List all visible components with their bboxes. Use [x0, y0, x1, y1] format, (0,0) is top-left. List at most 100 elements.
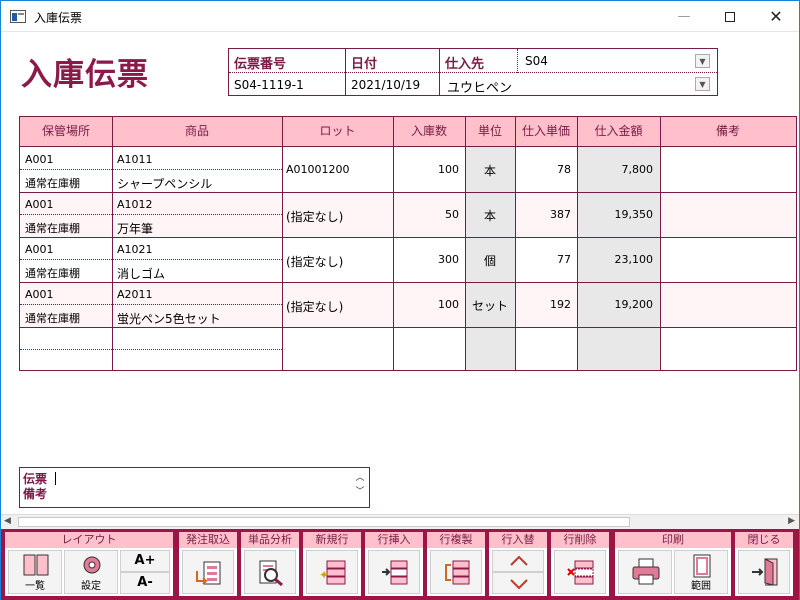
- close-button[interactable]: [738, 550, 790, 594]
- lot[interactable]: (指定なし): [286, 298, 343, 315]
- item-name[interactable]: 蛍光ペン5色セット: [117, 310, 221, 327]
- move-row-up-button[interactable]: [492, 550, 544, 572]
- item-analysis-group: 単品分析: [241, 532, 299, 596]
- scroll-right-icon[interactable]: ▶: [788, 516, 795, 526]
- col-header-lot: ロット: [319, 124, 356, 138]
- lot[interactable]: (指定なし): [286, 208, 343, 225]
- order-import-group: 発注取込: [179, 532, 237, 596]
- location-code[interactable]: A001: [25, 288, 54, 301]
- chevron-down-icon[interactable]: ﹀: [354, 485, 366, 499]
- memo-scrollbar[interactable]: ︿ ﹀: [354, 471, 366, 504]
- item-name[interactable]: 万年筆: [117, 220, 153, 237]
- supplier-name-dropdown[interactable]: ▼: [695, 77, 710, 91]
- order-import-button[interactable]: [182, 550, 234, 594]
- empty-table-row[interactable]: [20, 327, 796, 370]
- font-decrease-button[interactable]: A-: [120, 572, 170, 594]
- date-field[interactable]: 2021/10/19: [351, 78, 420, 92]
- page-title: 入庫伝票: [21, 57, 149, 93]
- item-code[interactable]: A2011: [117, 288, 153, 301]
- qty[interactable]: 50: [393, 208, 459, 221]
- print-group: 印刷 範囲: [615, 532, 731, 596]
- amount: 23,100: [614, 253, 654, 266]
- app-icon: [10, 10, 26, 23]
- svg-text:✦: ✦: [319, 568, 329, 582]
- unit-price[interactable]: 77: [515, 253, 571, 266]
- unit[interactable]: 本: [465, 162, 515, 179]
- close-group: 閉じる: [735, 532, 793, 596]
- print-button[interactable]: [618, 550, 672, 594]
- col-header-note: 備考: [715, 124, 740, 138]
- item-analysis-label: 単品分析: [241, 532, 299, 548]
- qty[interactable]: 100: [393, 298, 459, 311]
- arrow-up-icon: [510, 555, 528, 566]
- lot[interactable]: (指定なし): [286, 253, 343, 270]
- main-window: 入庫伝票 — ✕ 入庫伝票 伝票番号 S04-1119-1 日付 2021/10…: [0, 0, 800, 600]
- slip-no-field[interactable]: S04-1119-1: [234, 78, 304, 92]
- print-range-button[interactable]: 範囲: [674, 550, 728, 594]
- item-name[interactable]: 消しゴム: [117, 265, 165, 282]
- location-name[interactable]: 通常在庫棚: [25, 220, 80, 236]
- supplier-name-field[interactable]: ユウヒペン: [447, 77, 512, 96]
- copy-row-label: 行複製: [427, 532, 485, 548]
- maximize-icon: [725, 11, 735, 22]
- entry-grid: 保管場所 商品 ロット 入庫数 単位 仕入単価 仕入金額 備考 A001 通常在…: [19, 116, 797, 371]
- unit[interactable]: 個: [465, 252, 515, 269]
- location-code[interactable]: A001: [25, 243, 54, 256]
- item-analysis-button[interactable]: [244, 550, 296, 594]
- print-label: 印刷: [615, 532, 731, 548]
- item-code[interactable]: A1011: [117, 153, 153, 166]
- font-increase-button[interactable]: A+: [120, 550, 170, 572]
- delete-row-label: 行削除: [551, 532, 609, 548]
- list-layout-icon: [23, 554, 49, 576]
- arrow-down-icon: [510, 579, 528, 590]
- close-window-button[interactable]: ✕: [753, 1, 799, 32]
- order-import-label: 発注取込: [179, 532, 237, 548]
- location-code[interactable]: A001: [25, 153, 54, 166]
- scroll-left-icon[interactable]: ◀: [4, 516, 11, 526]
- new-row-button[interactable]: ✦: [306, 550, 358, 594]
- settings-button[interactable]: 設定: [64, 550, 118, 594]
- move-row-down-button[interactable]: [492, 572, 544, 594]
- page-range-icon: [693, 554, 711, 578]
- minimize-button[interactable]: —: [661, 1, 707, 32]
- location-code[interactable]: A001: [25, 198, 54, 211]
- col-header-unit: 単位: [477, 124, 502, 138]
- supplier-label: 仕入先: [445, 57, 485, 72]
- magnifier-icon: [259, 560, 283, 587]
- item-code[interactable]: A1012: [117, 198, 153, 211]
- list-view-button[interactable]: 一覧: [8, 550, 62, 594]
- scroll-thumb[interactable]: [18, 517, 630, 527]
- unit[interactable]: セット: [465, 297, 515, 314]
- insert-row-group: 行挿入: [365, 532, 423, 596]
- print-range-label: 範囲: [691, 581, 711, 592]
- chevron-up-icon[interactable]: ︿: [354, 471, 366, 485]
- unit-price[interactable]: 387: [515, 208, 571, 221]
- supplier-code-dropdown[interactable]: ▼: [695, 54, 710, 68]
- memo-box[interactable]: 伝票 備考 ︿ ﹀: [19, 467, 370, 508]
- insert-row-label: 行挿入: [365, 532, 423, 548]
- lot[interactable]: A01001200: [286, 163, 350, 176]
- qty[interactable]: 100: [393, 163, 459, 176]
- copy-row-icon: [445, 560, 470, 585]
- copy-row-button[interactable]: [430, 550, 482, 594]
- horizontal-scrollbar[interactable]: ◀ ▶: [1, 514, 799, 529]
- item-name[interactable]: シャープペンシル: [117, 175, 212, 192]
- col-header-item: 商品: [184, 124, 209, 138]
- font-decrease-icon: A-: [137, 575, 153, 590]
- unit-price[interactable]: 78: [515, 163, 571, 176]
- supplier-code-field[interactable]: S04: [525, 54, 548, 68]
- window-title: 入庫伝票: [34, 11, 83, 25]
- location-name[interactable]: 通常在庫棚: [25, 265, 80, 281]
- unit-price[interactable]: 192: [515, 298, 571, 311]
- location-name[interactable]: 通常在庫棚: [25, 310, 80, 326]
- delete-row-button[interactable]: [554, 550, 606, 594]
- font-increase-icon: A+: [134, 553, 156, 568]
- maximize-button[interactable]: [707, 1, 753, 32]
- date-label: 日付: [351, 57, 378, 72]
- item-code[interactable]: A1021: [117, 243, 153, 256]
- list-view-label: 一覧: [25, 581, 45, 592]
- location-name[interactable]: 通常在庫棚: [25, 175, 80, 191]
- qty[interactable]: 300: [393, 253, 459, 266]
- unit[interactable]: 本: [465, 207, 515, 224]
- insert-row-button[interactable]: [368, 550, 420, 594]
